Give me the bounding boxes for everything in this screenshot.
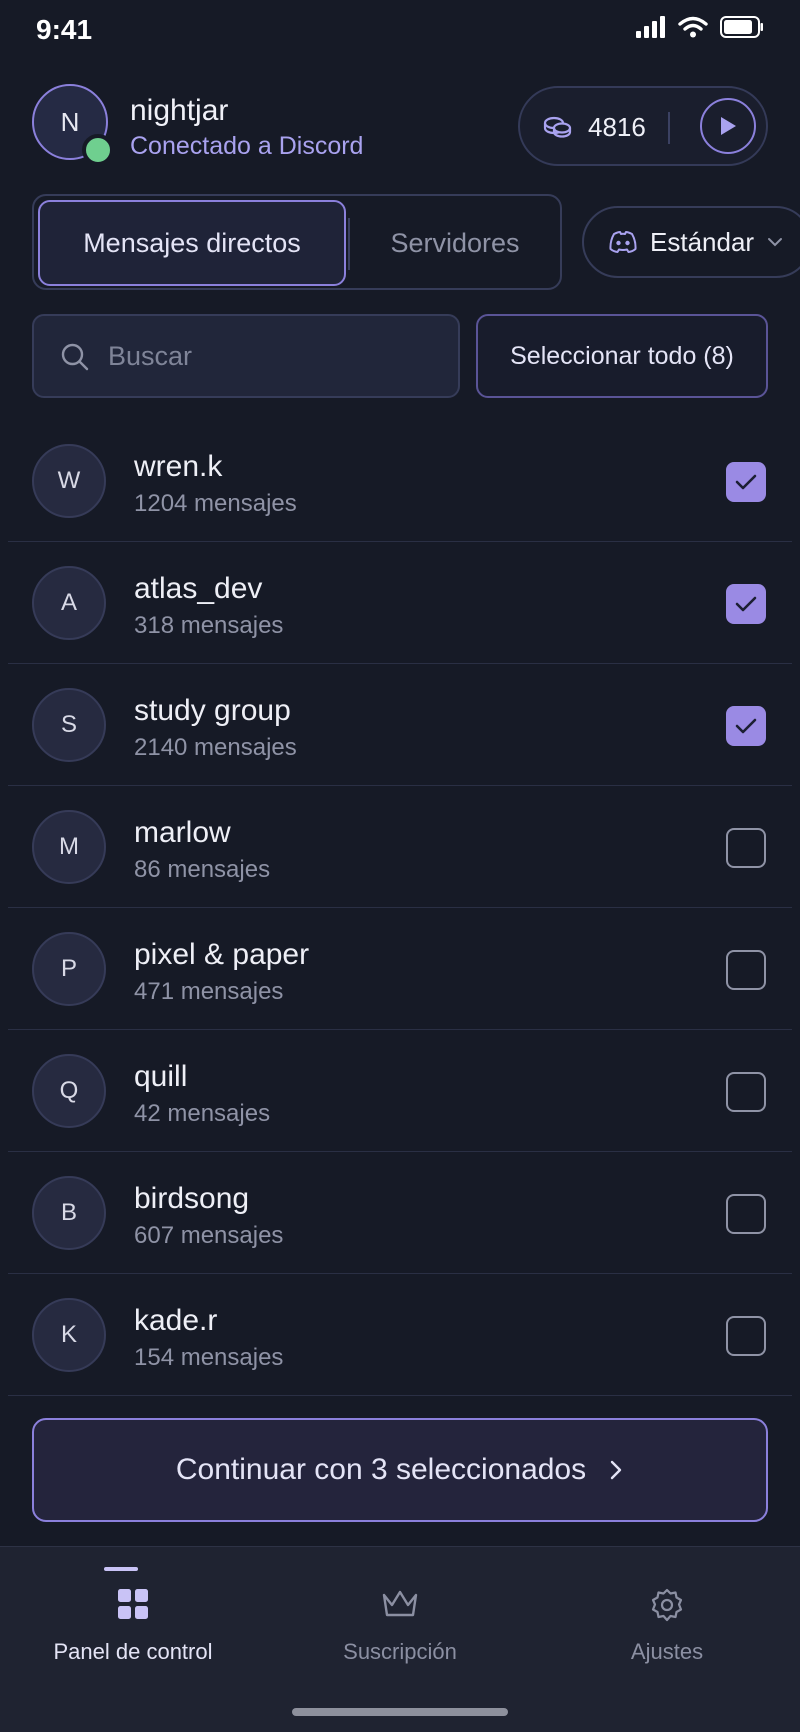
nav-active-indicator bbox=[104, 1567, 138, 1571]
list-item[interactable]: Ppixel & paper 471 mensajes bbox=[8, 908, 792, 1030]
signal-icon bbox=[636, 16, 665, 38]
play-button[interactable] bbox=[700, 98, 756, 154]
online-status-dot bbox=[82, 134, 114, 166]
avatar: A bbox=[32, 566, 106, 640]
check-icon bbox=[735, 718, 757, 734]
select-checkbox[interactable] bbox=[726, 584, 766, 624]
continue-button[interactable]: Continuar con 3 seleccionados bbox=[32, 1418, 768, 1522]
coin-balance-pill[interactable]: 4816 bbox=[518, 86, 768, 166]
avatar: P bbox=[32, 932, 106, 1006]
continue-label: Continuar con 3 seleccionados bbox=[175, 1453, 587, 1486]
avatar-initial: N bbox=[60, 106, 80, 137]
conversation-name: atlas_dev bbox=[134, 572, 263, 605]
select-all-button[interactable]: Seleccionar todo (8) bbox=[476, 314, 768, 398]
nav-label: Suscripción bbox=[343, 1639, 457, 1664]
play-icon bbox=[721, 117, 736, 135]
message-count: 471 mensajes bbox=[134, 978, 284, 1005]
conversation-name: wren.k bbox=[134, 450, 223, 483]
avatar-initial: S bbox=[60, 711, 77, 738]
list-item[interactable]: Kkade.r 154 mensajes bbox=[8, 1274, 792, 1396]
message-count: 86 mensajes bbox=[134, 856, 271, 883]
avatar: B bbox=[32, 1176, 106, 1250]
list-item[interactable]: Mmarlow 86 mensajes bbox=[8, 786, 792, 908]
conversation-name: quill bbox=[134, 1060, 188, 1093]
tab-servers[interactable]: Servidores bbox=[352, 200, 558, 286]
chevron-right-icon bbox=[610, 1460, 622, 1480]
grid-icon bbox=[116, 1587, 150, 1626]
avatar: W bbox=[32, 444, 106, 518]
battery-icon bbox=[720, 16, 763, 38]
nav-item-settings[interactable]: Ajustes bbox=[534, 1547, 800, 1697]
avatar-initial: A bbox=[60, 589, 77, 616]
status-bar: 9:41 bbox=[0, 0, 800, 64]
search-box bbox=[32, 314, 460, 398]
select-checkbox[interactable] bbox=[726, 1316, 766, 1356]
check-icon bbox=[735, 474, 757, 490]
avatar-initial: Q bbox=[59, 1077, 79, 1104]
nav-label: Panel de control bbox=[53, 1639, 213, 1664]
select-checkbox[interactable] bbox=[726, 462, 766, 502]
avatar: M bbox=[32, 810, 106, 884]
avatar-initial: W bbox=[57, 467, 81, 494]
nav-item-subscription[interactable]: Suscripción bbox=[267, 1547, 533, 1697]
select-checkbox[interactable] bbox=[726, 1194, 766, 1234]
list-item[interactable]: Bbirdsong 607 mensajes bbox=[8, 1152, 792, 1274]
message-count: 318 mensajes bbox=[134, 612, 284, 639]
mode-label: Estándar bbox=[650, 226, 755, 257]
nav-label: Ajustes bbox=[630, 1639, 704, 1664]
conversation-name: study group bbox=[134, 694, 291, 727]
avatar-initial: P bbox=[60, 955, 77, 982]
avatar-initial: B bbox=[60, 1199, 77, 1226]
avatar: Q bbox=[32, 1054, 106, 1128]
crown-icon bbox=[380, 1587, 420, 1626]
home-indicator bbox=[292, 1708, 508, 1716]
user-name: nightjar bbox=[130, 94, 229, 127]
list-item[interactable]: Wwren.k 1204 mensajes bbox=[8, 420, 792, 542]
conversation-name: kade.r bbox=[134, 1304, 218, 1337]
avatar-initial: K bbox=[60, 1321, 77, 1348]
conversation-name: pixel & paper bbox=[134, 938, 310, 971]
list-item[interactable]: Sstudy group 2140 mensajes bbox=[8, 664, 792, 786]
coins-icon bbox=[542, 110, 574, 147]
message-count: 1204 mensajes bbox=[134, 490, 297, 517]
message-count: 2140 mensajes bbox=[134, 734, 297, 761]
conversation-name: birdsong bbox=[134, 1182, 250, 1215]
mode-dropdown[interactable]: Estándar bbox=[582, 206, 800, 278]
nav-item-dashboard[interactable]: Panel de control bbox=[0, 1547, 266, 1697]
tab-bar: Mensajes directos Servidores bbox=[32, 194, 562, 290]
select-checkbox[interactable] bbox=[726, 828, 766, 868]
avatar: S bbox=[32, 688, 106, 762]
list-item[interactable]: Qquill 42 mensajes bbox=[8, 1030, 792, 1152]
message-count: 154 mensajes bbox=[134, 1344, 284, 1371]
conversation-name: marlow bbox=[134, 816, 231, 849]
connection-status: Conectado a Discord bbox=[130, 132, 364, 160]
bottom-nav: Panel de control Suscripción Ajustes bbox=[0, 1546, 800, 1732]
wifi-icon bbox=[678, 16, 708, 38]
discord-icon bbox=[609, 231, 637, 253]
select-checkbox[interactable] bbox=[726, 1072, 766, 1112]
search-input[interactable] bbox=[108, 316, 448, 396]
status-icons bbox=[636, 16, 764, 38]
coin-value: 4816 bbox=[588, 112, 646, 142]
avatar: K bbox=[32, 1298, 106, 1372]
search-icon bbox=[60, 342, 90, 377]
select-checkbox[interactable] bbox=[726, 706, 766, 746]
divider bbox=[348, 218, 350, 270]
header: N nightjar Conectado a Discord 4816 bbox=[0, 80, 800, 180]
conversation-list: Wwren.k 1204 mensajes Aatlas_dev 318 mensaj… bbox=[0, 420, 800, 1396]
avatar-initial: M bbox=[59, 833, 79, 860]
status-time: 9:41 bbox=[36, 14, 93, 45]
check-icon bbox=[735, 596, 757, 612]
chevron-down-icon bbox=[768, 238, 783, 247]
message-count: 42 mensajes bbox=[134, 1100, 271, 1127]
gear-icon bbox=[648, 1587, 686, 1630]
tab-direct-messages[interactable]: Mensajes directos bbox=[38, 200, 346, 286]
message-count: 607 mensajes bbox=[134, 1222, 284, 1249]
divider bbox=[668, 112, 670, 144]
select-checkbox[interactable] bbox=[726, 950, 766, 990]
list-item[interactable]: Aatlas_dev 318 mensajes bbox=[8, 542, 792, 664]
